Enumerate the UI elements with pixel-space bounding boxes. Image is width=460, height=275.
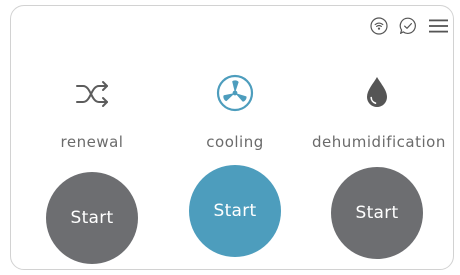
start-cooling-button[interactable]: Start bbox=[189, 165, 281, 257]
mode-label-renewal: renewal bbox=[60, 133, 124, 151]
shuffle-icon[interactable] bbox=[70, 71, 114, 115]
mode-renewal: renewal Start bbox=[27, 6, 157, 269]
fan-icon[interactable] bbox=[213, 71, 257, 115]
mode-label-cooling: cooling bbox=[206, 133, 264, 151]
start-renewal-button[interactable]: Start bbox=[46, 172, 138, 264]
control-card: renewal Start cooling Start dehumidifica… bbox=[10, 5, 454, 270]
mode-dehumidification: dehumidification Start bbox=[312, 6, 446, 269]
mode-cooling: cooling Start bbox=[170, 6, 300, 269]
start-dehumidification-button[interactable]: Start bbox=[331, 167, 423, 259]
mode-label-dehumidification: dehumidification bbox=[312, 133, 446, 151]
water-drop-icon[interactable] bbox=[355, 71, 399, 115]
